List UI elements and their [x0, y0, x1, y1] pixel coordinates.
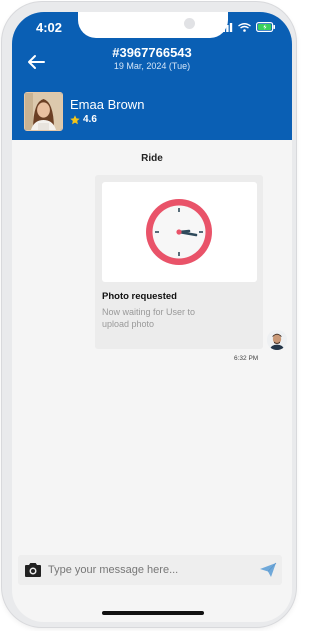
notch — [78, 12, 228, 38]
user-avatar — [267, 330, 287, 350]
message-text: Now waiting for User to upload photo — [102, 307, 196, 329]
home-indicator — [102, 611, 204, 615]
status-icons — [219, 22, 276, 32]
driver-avatar[interactable] — [24, 92, 63, 131]
chat-header: 4:02 #3967766543 19 Mar, 2024 (Tue) Emaa… — [12, 12, 292, 140]
status-time: 4:02 — [36, 20, 63, 35]
star-icon — [70, 114, 80, 124]
message-time: 6:32 PM — [234, 355, 259, 362]
app-screen: 4:02 #3967766543 19 Mar, 2024 (Tue) Emaa… — [12, 12, 292, 622]
send-icon[interactable] — [259, 562, 277, 578]
driver-name: Emaa Brown — [70, 97, 145, 112]
camera-icon[interactable] — [24, 562, 42, 578]
photo-placeholder — [102, 182, 257, 282]
rating-value: 4.6 — [83, 114, 97, 125]
section-title: Ride — [141, 153, 163, 164]
message-input[interactable] — [48, 559, 248, 581]
driver-rating: 4.6 — [70, 114, 97, 125]
message-composer — [18, 555, 282, 585]
message-title: Photo requested — [102, 291, 177, 302]
order-date: 19 Mar, 2024 (Tue) — [113, 61, 191, 71]
clock-icon — [146, 199, 212, 265]
message-bubble: Photo requested Now waiting for User to … — [95, 175, 263, 349]
status-bar: 4:02 — [12, 12, 292, 42]
order-id: #3967766543 — [112, 45, 192, 60]
signal-icon — [219, 22, 233, 32]
wifi-icon — [238, 22, 251, 32]
battery-icon — [256, 22, 275, 32]
phone-frame: 4:02 #3967766543 19 Mar, 2024 (Tue) Emaa… — [2, 2, 296, 627]
front-camera — [184, 18, 195, 29]
